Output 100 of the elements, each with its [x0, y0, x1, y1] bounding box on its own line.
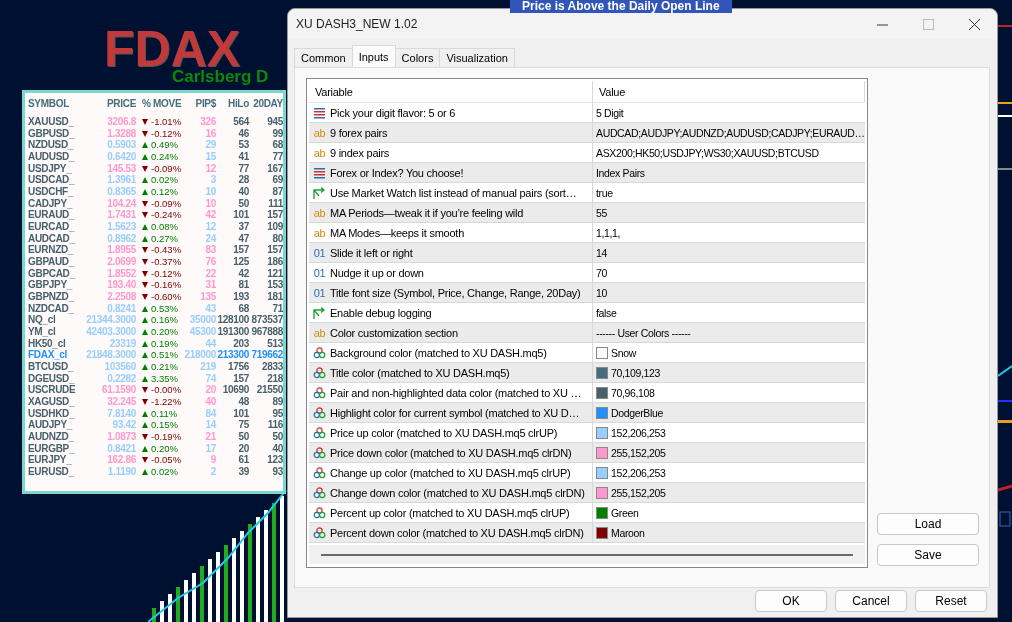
- variable-value[interactable]: Green: [611, 506, 639, 519]
- variable-name: Percent down color (matched to XU DASH.mq5 clrDN): [330, 526, 584, 539]
- color-swatch[interactable]: [596, 366, 608, 379]
- variable-value[interactable]: ASX200;HK50;USDJPY;WS30;XAUUSD;BTCUSD: [596, 146, 819, 159]
- color-swatch[interactable]: [596, 526, 608, 539]
- symbol-cell-text: XAUUSD_: [28, 116, 75, 128]
- symbol-cell-text: CADJPY_: [28, 197, 74, 210]
- tab[interactable]: Common: [294, 48, 353, 67]
- horizontal-scrollbar[interactable]: [309, 545, 865, 564]
- dialog-button[interactable]: Cancel: [835, 590, 907, 612]
- pips-cell-text: 135: [199, 291, 216, 303]
- symbol-cell-text: USDJPY_: [28, 162, 73, 175]
- variable-value[interactable]: Snow: [611, 346, 636, 359]
- color-swatch[interactable]: [596, 446, 608, 459]
- variable-name: Change up color (matched to XU DASH.mq5 clrUP): [330, 466, 571, 479]
- dialog-button[interactable]: Save: [877, 544, 979, 566]
- tab[interactable]: Inputs: [351, 45, 396, 67]
- variable-value[interactable]: ------ User Colors ------: [596, 326, 691, 339]
- pips-cell-text: 2: [209, 466, 216, 478]
- price-cell-text: 0.8365: [106, 186, 136, 198]
- range-cell-text: 50: [271, 431, 283, 443]
- variable-value[interactable]: 255,152,205: [611, 486, 666, 499]
- color-swatch[interactable]: [596, 466, 608, 479]
- color-swatch[interactable]: [596, 386, 608, 399]
- tab[interactable]: Visualization: [439, 48, 515, 67]
- variable-value[interactable]: Index Pairs: [596, 166, 645, 179]
- pips-cell-text: 14: [204, 419, 216, 432]
- range-cell-text: 81: [237, 279, 249, 292]
- percent-cell: -0.12%: [151, 127, 182, 140]
- variable-value[interactable]: true: [596, 186, 613, 199]
- range-cell-text: 193: [232, 291, 249, 303]
- text-type-icon: ab: [312, 206, 327, 219]
- percent-cell: 3.35%: [151, 372, 178, 385]
- symbol-cell-text: GBPAUD_: [28, 256, 76, 268]
- pips-cell-text: 42: [204, 209, 216, 222]
- percent-cell: 0.15%: [151, 419, 178, 432]
- dialog-button[interactable]: Load: [877, 513, 979, 535]
- close-icon[interactable]: [968, 18, 980, 30]
- percent-cell: 0.21%: [151, 361, 178, 373]
- symbol-cell-text: NZDCAD_: [28, 302, 75, 315]
- price-cell-text: 103560: [103, 361, 136, 373]
- symbol-cell-text: USDHKD_: [28, 407, 76, 420]
- candle: [184, 580, 188, 622]
- price-cell-text: 1.0873: [106, 431, 136, 443]
- range-cell-text: 95: [271, 407, 283, 420]
- variable-value[interactable]: 14: [596, 246, 607, 259]
- variable-value[interactable]: DodgerBlue: [611, 406, 663, 419]
- variable-value[interactable]: 70: [596, 266, 607, 279]
- price-cell-text: 193.40: [106, 279, 136, 292]
- variable-value[interactable]: 5 Digit: [596, 106, 624, 119]
- variable-name: Enable debug logging: [330, 306, 432, 319]
- variable-value[interactable]: 70,96,108: [611, 386, 655, 399]
- variable-name: Change down color (matched to XU DASH.mq5 clrDN): [330, 486, 585, 499]
- range-cell-text: 125: [232, 256, 249, 268]
- variable-value[interactable]: 1,1,1,: [596, 226, 621, 239]
- range-cell-text: 218: [266, 372, 283, 385]
- range-cell-text: 69: [271, 174, 283, 187]
- variable-value[interactable]: Maroon: [611, 526, 645, 539]
- color-swatch[interactable]: [596, 486, 608, 499]
- variable-value[interactable]: 255,152,205: [611, 446, 666, 459]
- variable-name: MA Periods—tweak it if you’re feeling wild: [330, 206, 524, 219]
- percent-cell: -1.22%: [151, 396, 182, 408]
- price-cell-text: 145.53: [106, 162, 136, 175]
- variable-name: Price down color (matched to XU DASH.mq5 clrDN): [330, 446, 572, 459]
- variable-value[interactable]: 70,109,123: [611, 366, 661, 379]
- variable-value[interactable]: AUDCAD;AUDJPY;AUDNZD;AUDUSD;CADJPY;EURAUD…: [596, 126, 865, 139]
- number-type-icon: 01: [312, 286, 327, 299]
- range-cell-text: 123: [266, 454, 283, 467]
- pips-cell-text: 16: [204, 127, 216, 140]
- variable-value[interactable]: 152,206,253: [611, 426, 666, 439]
- price-cell-text: 3206.8: [106, 116, 136, 128]
- variable-value[interactable]: 152,206,253: [611, 466, 666, 479]
- range-cell-text: 111: [267, 197, 283, 210]
- price-cell-text: 162.86: [106, 454, 136, 467]
- color-swatch[interactable]: [596, 506, 608, 519]
- pips-cell-text: 20: [204, 384, 216, 397]
- variable-value[interactable]: false: [596, 306, 617, 319]
- chart-banner: Price is Above the Daily Open Line: [510, 0, 732, 13]
- pips-cell-text: 31: [204, 279, 216, 292]
- pips-cell-text: 17: [204, 442, 216, 455]
- price-cell-text: 0.8421: [106, 442, 136, 455]
- variable-value[interactable]: 10: [596, 286, 607, 299]
- dialog-button[interactable]: OK: [755, 590, 827, 612]
- percent-cell: -0.00%: [151, 384, 182, 397]
- color-swatch[interactable]: [596, 346, 608, 359]
- variable-name: Title color (matched to XU DASH.mq5): [330, 366, 510, 379]
- color-swatch[interactable]: [596, 426, 608, 439]
- range-cell-text: 121: [266, 267, 283, 280]
- symbol-cell-text: AUDJPY_: [28, 419, 74, 432]
- dialog-button[interactable]: Reset: [915, 590, 987, 612]
- variable-name: Title font size (Symbol, Price, Change, Range, 20Day): [330, 286, 581, 299]
- range-cell-text: 1756: [226, 361, 249, 373]
- range-cell-text: 564: [232, 116, 249, 128]
- pips-cell-text: 29: [204, 139, 216, 151]
- range-cell-text: 101: [232, 407, 249, 420]
- symbol-cell-text: AUDNZD_: [28, 431, 75, 443]
- range-cell-text: 40: [271, 442, 283, 455]
- color-swatch[interactable]: [596, 406, 608, 419]
- range-cell-text: 50: [237, 431, 249, 443]
- variable-value[interactable]: 55: [596, 206, 607, 219]
